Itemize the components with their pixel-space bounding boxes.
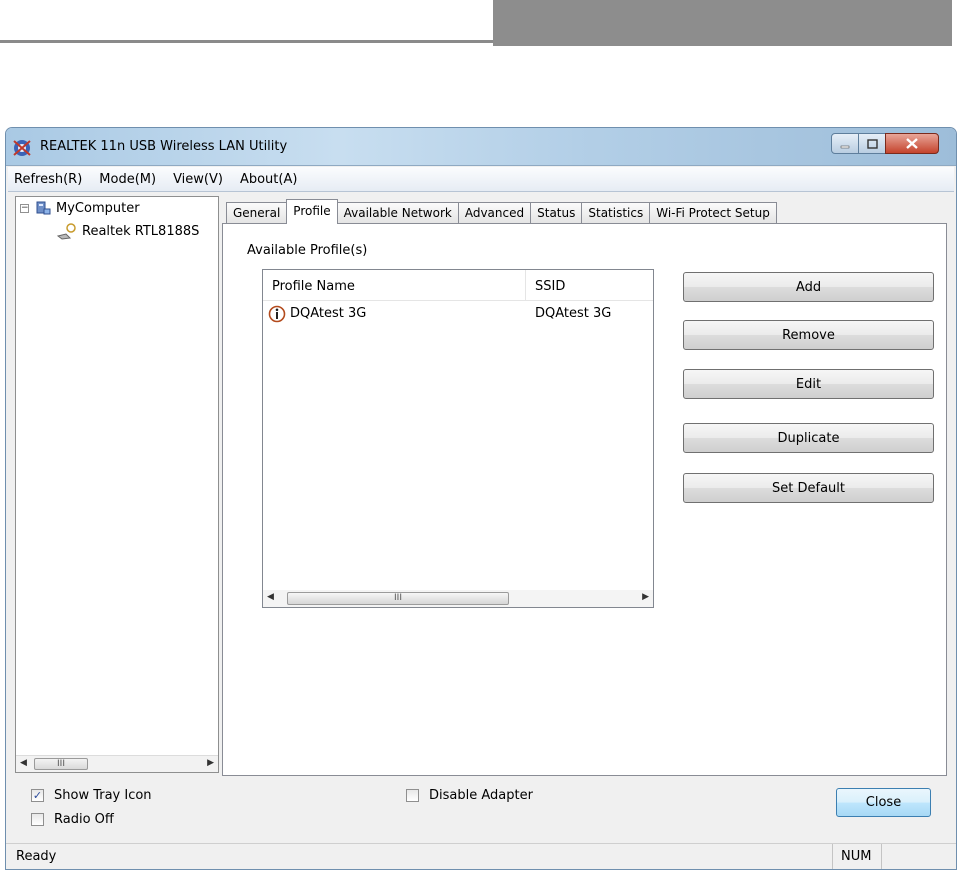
disable-adapter-label: Disable Adapter bbox=[429, 788, 533, 803]
profile-list-header: Profile Name SSID bbox=[263, 270, 653, 301]
title-bar[interactable]: REALTEK 11n USB Wireless LAN Utility bbox=[6, 128, 956, 166]
scroll-right-icon[interactable]: ▶ bbox=[642, 592, 649, 602]
remove-button[interactable]: Remove bbox=[683, 320, 934, 350]
menu-view[interactable]: View(V) bbox=[173, 172, 223, 187]
duplicate-button[interactable]: Duplicate bbox=[683, 423, 934, 453]
window-title: REALTEK 11n USB Wireless LAN Utility bbox=[40, 139, 288, 154]
tree-scroll-thumb[interactable]: III bbox=[34, 758, 88, 770]
profile-list[interactable]: Profile Name SSID DQAtest 3G DQAtest 3G … bbox=[262, 269, 654, 608]
collapse-icon[interactable]: − bbox=[20, 203, 29, 213]
profile-list-horizontal-scrollbar[interactable]: ◀ III ▶ bbox=[263, 590, 653, 607]
tab-status[interactable]: Status bbox=[530, 202, 583, 224]
profile-ssid-cell: DQAtest 3G bbox=[535, 306, 612, 321]
tab-advanced[interactable]: Advanced bbox=[457, 202, 532, 224]
scroll-left-icon[interactable]: ◀ bbox=[267, 592, 274, 602]
tree-label-adapter: Realtek RTL8188S bbox=[82, 223, 200, 239]
radio-off-label: Radio Off bbox=[54, 812, 114, 827]
profile-name-cell: DQAtest 3G bbox=[290, 306, 367, 321]
tree-horizontal-scrollbar[interactable]: ◀ III ▶ bbox=[16, 755, 218, 772]
tree-label-root: MyComputer bbox=[56, 200, 140, 216]
close-button[interactable]: Close bbox=[836, 788, 931, 817]
menu-bar: Refresh(R) Mode(M) View(V) About(A) bbox=[8, 167, 954, 192]
scroll-right-icon[interactable]: ▶ bbox=[207, 758, 214, 768]
utility-window: REALTEK 11n USB Wireless LAN Utility Ref… bbox=[5, 127, 957, 870]
checkbox-unchecked-icon[interactable] bbox=[406, 789, 419, 802]
add-button[interactable]: Add bbox=[683, 272, 934, 302]
scroll-left-icon[interactable]: ◀ bbox=[20, 758, 27, 768]
column-separator[interactable] bbox=[525, 270, 526, 301]
status-text: Ready bbox=[16, 849, 57, 864]
disable-adapter-checkbox[interactable]: Disable Adapter bbox=[406, 788, 533, 803]
menu-refresh[interactable]: Refresh(R) bbox=[14, 172, 82, 187]
document-header-rule bbox=[0, 40, 493, 43]
set-default-button[interactable]: Set Default bbox=[683, 473, 934, 503]
show-tray-icon-checkbox[interactable]: ✓ Show Tray Icon bbox=[31, 788, 152, 803]
device-tree[interactable]: − MyComputer Realtek RTL8188S ◀ III ▶ bbox=[15, 196, 219, 773]
tab-strip: General Profile Available Network Advanc… bbox=[226, 199, 777, 224]
profile-tab-panel: Available Profile(s) Profile Name SSID D… bbox=[222, 223, 947, 776]
tree-item-adapter[interactable]: Realtek RTL8188S bbox=[56, 222, 216, 240]
radio-off-checkbox[interactable]: Radio Off bbox=[31, 812, 114, 827]
num-lock-indicator: NUM bbox=[832, 844, 882, 869]
checkbox-checked-icon[interactable]: ✓ bbox=[31, 789, 44, 802]
minimize-icon bbox=[840, 145, 850, 148]
minimize-button[interactable] bbox=[831, 133, 859, 154]
tab-wifi-protect-setup[interactable]: Wi-Fi Protect Setup bbox=[649, 202, 777, 224]
column-header-ssid[interactable]: SSID bbox=[535, 279, 565, 294]
tab-available-network[interactable]: Available Network bbox=[336, 202, 459, 224]
list-item[interactable]: DQAtest 3G DQAtest 3G bbox=[268, 305, 648, 325]
checkbox-unchecked-icon[interactable] bbox=[31, 813, 44, 826]
tab-general[interactable]: General bbox=[226, 202, 288, 224]
tab-statistics[interactable]: Statistics bbox=[581, 202, 651, 224]
profile-info-icon bbox=[268, 305, 286, 323]
document-header-bar bbox=[493, 0, 952, 46]
maximize-button[interactable] bbox=[858, 133, 886, 154]
tree-item-mycomputer[interactable]: − MyComputer bbox=[20, 200, 140, 216]
computer-icon bbox=[36, 201, 51, 215]
status-bar: Ready NUM bbox=[6, 843, 956, 869]
realtek-app-icon bbox=[13, 140, 31, 156]
tab-profile[interactable]: Profile bbox=[286, 199, 338, 224]
maximize-icon bbox=[866, 138, 878, 149]
close-icon bbox=[906, 138, 918, 149]
edit-button[interactable]: Edit bbox=[683, 369, 934, 399]
wireless-adapter-icon bbox=[56, 223, 76, 240]
close-window-button[interactable] bbox=[885, 133, 939, 154]
column-header-profile-name[interactable]: Profile Name bbox=[272, 279, 355, 294]
available-profiles-label: Available Profile(s) bbox=[247, 243, 368, 258]
show-tray-icon-label: Show Tray Icon bbox=[54, 788, 152, 803]
menu-mode[interactable]: Mode(M) bbox=[99, 172, 156, 187]
profile-list-scroll-thumb[interactable]: III bbox=[287, 592, 509, 605]
menu-about[interactable]: About(A) bbox=[240, 172, 297, 187]
